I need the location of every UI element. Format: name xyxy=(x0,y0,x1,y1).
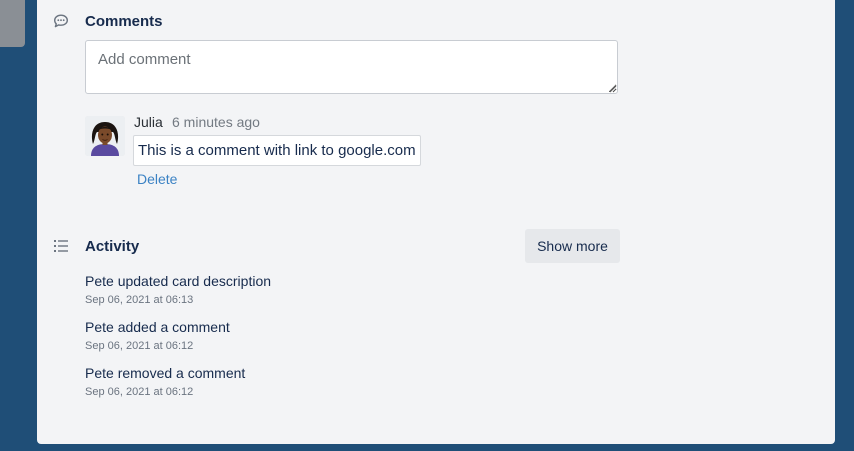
delete-comment-link[interactable]: Delete xyxy=(137,171,177,187)
add-comment-input[interactable] xyxy=(85,40,618,94)
activity-heading: Activity xyxy=(85,238,140,255)
activity-text: Pete updated card description xyxy=(85,273,272,289)
card-details-panel: Comments Julia 6 minutes ago This is a c… xyxy=(37,0,835,444)
background-scrollbar-thumb[interactable] xyxy=(0,0,25,47)
comment-text: This is a comment with link to xyxy=(138,142,339,159)
resize-grip-icon[interactable] xyxy=(609,85,617,93)
comment-author: Julia xyxy=(134,114,163,130)
activity-text: Pete removed a comment xyxy=(85,365,246,381)
activity-item: Pete updated card description Sep 06, 20… xyxy=(85,273,271,307)
comment-link[interactable]: google.com xyxy=(338,142,416,159)
comment-body: This is a comment with link to google.co… xyxy=(133,135,421,166)
activity-item: Pete added a comment Sep 06, 2021 at 06:… xyxy=(85,319,230,353)
list-icon xyxy=(54,240,68,252)
activity-text: Pete added a comment xyxy=(85,319,230,335)
show-more-button[interactable]: Show more xyxy=(525,229,620,263)
activity-date: Sep 06, 2021 at 06:12 xyxy=(85,386,194,398)
activity-date: Sep 06, 2021 at 06:13 xyxy=(85,294,194,306)
comment-timestamp: 6 minutes ago xyxy=(172,114,260,130)
comments-heading: Comments xyxy=(85,13,163,30)
avatar xyxy=(85,116,125,156)
activity-date: Sep 06, 2021 at 06:12 xyxy=(85,340,194,352)
avatar-portrait-icon xyxy=(85,116,125,156)
speech-bubble-icon xyxy=(54,14,68,28)
activity-item: Pete removed a comment Sep 06, 2021 at 0… xyxy=(85,365,245,399)
